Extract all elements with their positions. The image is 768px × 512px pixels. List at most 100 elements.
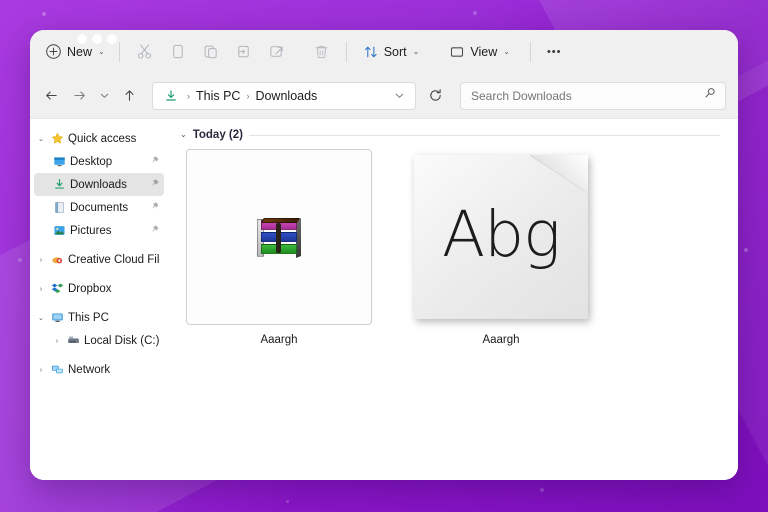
- up-button[interactable]: [116, 83, 142, 109]
- paste-button[interactable]: [194, 37, 227, 67]
- winrar-archive-icon: [257, 218, 301, 260]
- chevron-down-icon[interactable]: ⌄: [34, 314, 48, 322]
- share-button[interactable]: [260, 37, 293, 67]
- sidebar-item-local-disk-c[interactable]: › Local Disk (C:): [34, 329, 164, 352]
- chevron-down-icon: ⌄: [503, 48, 510, 56]
- chevron-down-icon[interactable]: ⌄: [180, 131, 187, 139]
- chevron-right-icon[interactable]: ›: [34, 366, 48, 374]
- sidebar-label: Downloads: [68, 179, 149, 191]
- chevron-right-icon[interactable]: ›: [34, 285, 48, 293]
- sidebar-item-creative-cloud-files[interactable]: › Creative Cloud Files: [34, 248, 164, 271]
- breadcrumb-separator: ›: [244, 91, 251, 101]
- breadcrumb-downloads[interactable]: Downloads: [255, 89, 317, 103]
- chevron-right-icon[interactable]: ›: [50, 337, 64, 345]
- file-tiles: Aaargh Abg Aaargh: [180, 141, 738, 346]
- group-title: Today (2): [193, 129, 243, 141]
- sidebar-item-documents[interactable]: Documents: [34, 196, 164, 219]
- font-file-icon: Abg: [414, 155, 588, 319]
- group-divider: [249, 135, 720, 136]
- chevron-down-icon[interactable]: ⌄: [34, 135, 48, 143]
- copy-button[interactable]: [161, 37, 194, 67]
- file-name: Aaargh: [482, 334, 519, 346]
- window-decoration-dots: [77, 34, 117, 44]
- rename-icon: [235, 43, 252, 60]
- sidebar-item-this-pc[interactable]: ⌄ This PC: [34, 306, 164, 329]
- decorative-dot: [540, 488, 544, 492]
- sidebar-item-network[interactable]: › Network: [34, 358, 164, 381]
- sidebar-label: Dropbox: [66, 283, 160, 295]
- chevron-down-icon: [98, 89, 111, 102]
- more-options-button[interactable]: •••: [539, 37, 570, 67]
- delete-button[interactable]: [305, 37, 338, 67]
- sidebar-item-downloads[interactable]: Downloads: [34, 173, 164, 196]
- decoration-dot: [77, 34, 87, 44]
- sort-button-label: Sort: [384, 45, 407, 59]
- chevron-down-icon: ⌄: [413, 48, 420, 56]
- recent-locations-button[interactable]: [94, 83, 114, 109]
- chevron-right-icon[interactable]: ›: [34, 256, 48, 264]
- file-item-archive[interactable]: Aaargh: [186, 149, 372, 346]
- toolbar-divider: [346, 42, 347, 62]
- refresh-button[interactable]: [422, 83, 448, 109]
- view-button[interactable]: View ⌄: [441, 37, 518, 67]
- cut-icon: [136, 43, 153, 60]
- arrow-left-icon: [44, 88, 59, 103]
- documents-icon: [50, 201, 68, 214]
- view-monitor-icon: [449, 44, 465, 60]
- share-icon: [268, 43, 285, 60]
- chevron-down-icon: ⌄: [98, 48, 105, 56]
- decoration-dot: [107, 34, 117, 44]
- file-explorer-window: New ⌄: [30, 30, 738, 480]
- sidebar-label: Documents: [68, 202, 149, 214]
- breadcrumb-this-pc[interactable]: This PC: [196, 89, 240, 103]
- search-icon: [703, 86, 717, 105]
- star-icon: [48, 132, 66, 145]
- dropbox-icon: [48, 282, 66, 295]
- copy-icon: [169, 43, 186, 60]
- sidebar-item-quick-access[interactable]: ⌄ Quick access: [34, 127, 164, 150]
- sidebar-label: Quick access: [66, 133, 160, 145]
- window-body: ⌄ Quick access Desktop: [30, 118, 738, 480]
- refresh-icon: [428, 88, 443, 103]
- sidebar-label: Desktop: [68, 156, 149, 168]
- this-pc-icon: [48, 311, 66, 324]
- sidebar-item-dropbox[interactable]: › Dropbox: [34, 277, 164, 300]
- address-dropdown-button[interactable]: [389, 85, 409, 107]
- new-button-label: New: [67, 45, 92, 59]
- paste-icon: [202, 43, 219, 60]
- sidebar-item-desktop[interactable]: Desktop: [34, 150, 164, 173]
- hard-drive-icon: [64, 334, 82, 347]
- sidebar-label: Pictures: [68, 225, 149, 237]
- arrow-right-icon: [72, 88, 87, 103]
- sort-button[interactable]: Sort ⌄: [355, 37, 428, 67]
- downloads-arrow-icon: [161, 85, 181, 107]
- rename-button[interactable]: [227, 37, 260, 67]
- pin-icon[interactable]: [149, 178, 160, 192]
- cut-button[interactable]: [128, 37, 161, 67]
- file-thumbnail-font[interactable]: Abg: [408, 149, 594, 325]
- pin-icon[interactable]: [149, 224, 160, 238]
- pin-icon[interactable]: [149, 155, 160, 169]
- sort-arrows-icon: [363, 44, 379, 60]
- sidebar-label: Local Disk (C:): [82, 335, 160, 347]
- file-item-font[interactable]: Abg Aaargh: [408, 149, 594, 346]
- address-bar-row: › This PC › Downloads Search Downloa: [30, 73, 738, 118]
- ellipsis-icon: •••: [547, 46, 562, 58]
- arrow-up-icon: [122, 88, 137, 103]
- search-input[interactable]: Search Downloads: [460, 82, 726, 110]
- group-header-today[interactable]: ⌄ Today (2): [180, 129, 738, 141]
- forward-button[interactable]: [66, 83, 92, 109]
- archive-figure: [276, 223, 281, 253]
- back-button[interactable]: [38, 83, 64, 109]
- file-thumbnail-archive[interactable]: [186, 149, 372, 325]
- archive-cap: [261, 218, 300, 223]
- search-placeholder: Search Downloads: [471, 89, 703, 103]
- sidebar-item-pictures[interactable]: Pictures: [34, 219, 164, 242]
- creative-cloud-icon: [48, 253, 66, 266]
- pin-icon[interactable]: [149, 201, 160, 215]
- file-name: Aaargh: [260, 334, 297, 346]
- address-bar[interactable]: › This PC › Downloads: [152, 82, 416, 110]
- desktop-background: New ⌄: [0, 0, 768, 512]
- toolbar-divider: [530, 42, 531, 62]
- pictures-icon: [50, 224, 68, 237]
